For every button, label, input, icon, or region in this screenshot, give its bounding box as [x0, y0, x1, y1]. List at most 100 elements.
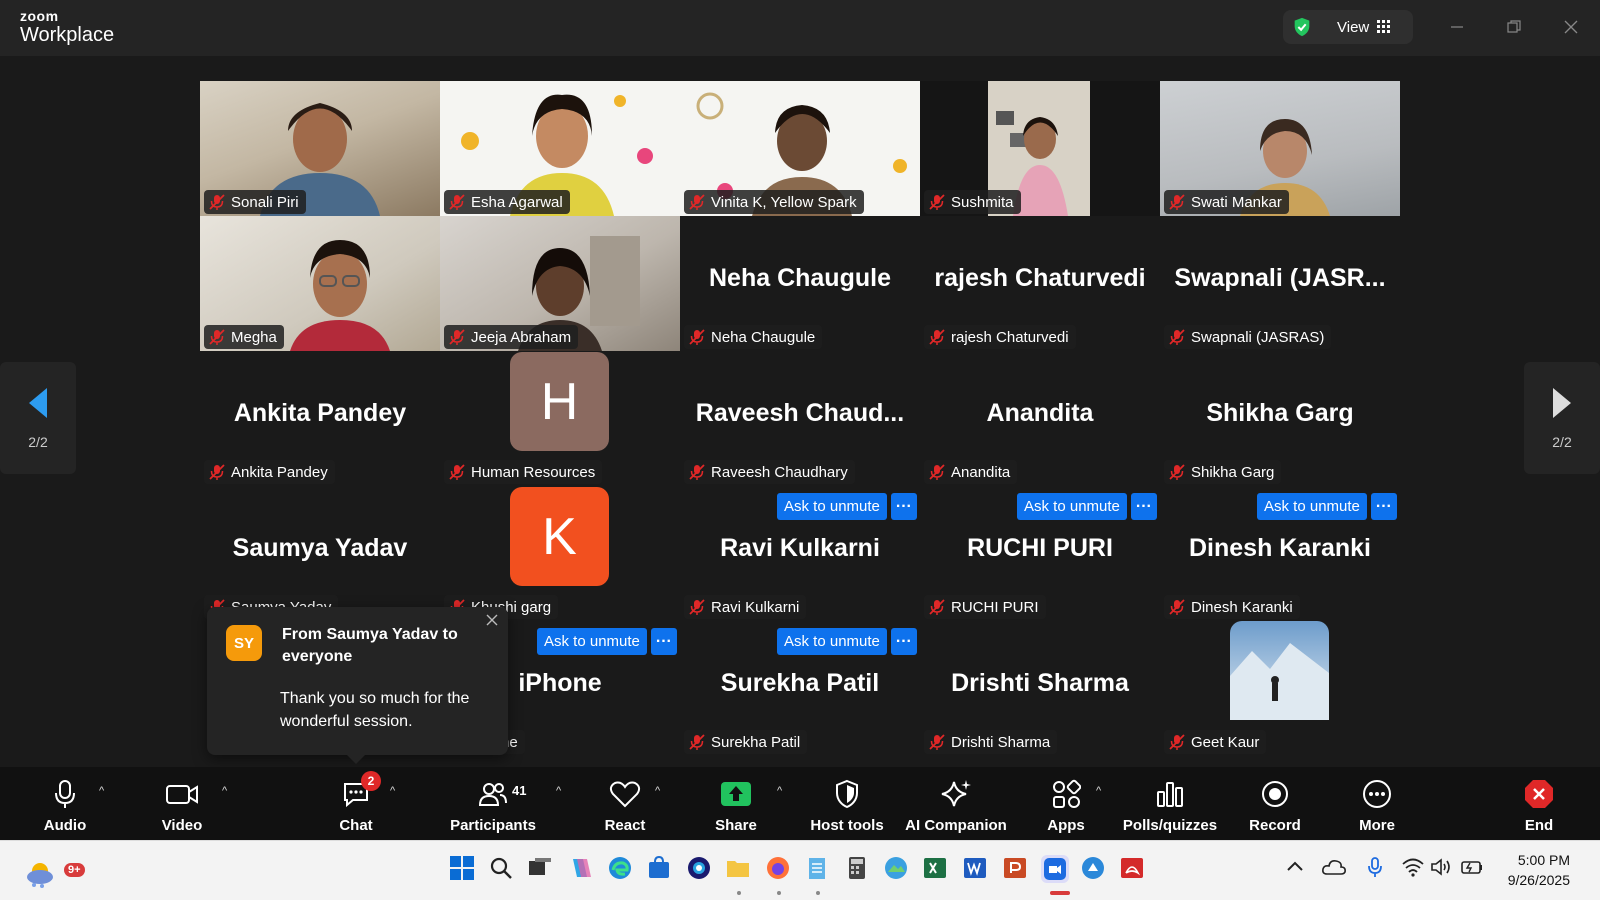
close-notification-button[interactable] [486, 613, 498, 631]
security-shield-icon [1294, 17, 1310, 37]
ask-to-unmute-button[interactable]: Ask to unmute [537, 628, 647, 655]
ask-to-unmute-button[interactable]: Ask to unmute [777, 493, 887, 520]
taskbar-notepad[interactable] [804, 855, 832, 883]
ai-companion-button[interactable]: AI Companion [902, 767, 1010, 840]
participant-more-button[interactable]: ··· [890, 628, 917, 655]
previous-page-button[interactable]: 2/2 [0, 362, 76, 474]
react-button[interactable]: React [600, 767, 650, 840]
taskbar-clock[interactable]: 5:00 PM 9/26/2025 [1508, 850, 1570, 890]
participant-tile[interactable]: K Khushi garg [440, 486, 680, 621]
audio-button[interactable]: Audio [40, 767, 90, 840]
participant-tile[interactable]: Raveesh Chaud... Raveesh Chaudhary [680, 351, 920, 486]
battery-tray[interactable] [1460, 855, 1488, 883]
meeting-toolbar: Audio ^ Video ^ 2 Chat ^ 41 Participants… [0, 767, 1600, 840]
share-label: Share [715, 817, 757, 834]
participant-tile[interactable]: Saumya Yadav Saumya Yadav [200, 486, 440, 621]
share-button[interactable]: Share [711, 767, 761, 840]
record-button[interactable]: Record [1249, 767, 1301, 840]
share-options-caret-icon[interactable]: ^ [777, 785, 782, 797]
grid-icon [1377, 20, 1391, 33]
wifi-tray[interactable] [1401, 855, 1429, 883]
ask-to-unmute-button[interactable]: Ask to unmute [777, 628, 887, 655]
chat-button[interactable]: 2 Chat [331, 767, 381, 840]
taskbar-store[interactable] [646, 855, 674, 883]
participant-more-button[interactable]: ··· [1130, 493, 1157, 520]
video-options-caret-icon[interactable]: ^ [222, 785, 227, 797]
microphone-tray[interactable] [1363, 855, 1391, 883]
participant-tile[interactable]: Geet Kaur [1160, 621, 1400, 756]
minimize-button[interactable] [1442, 14, 1472, 40]
taskbar-calculator[interactable] [844, 855, 872, 883]
taskbar-word[interactable] [962, 855, 990, 883]
participants-options-caret-icon[interactable]: ^ [556, 785, 561, 797]
chat-options-caret-icon[interactable]: ^ [390, 785, 395, 797]
audio-options-caret-icon[interactable]: ^ [99, 785, 104, 797]
taskbar-file-explorer[interactable] [725, 855, 753, 883]
participant-tile[interactable]: Megha [200, 216, 440, 351]
taskbar-chrome[interactable] [686, 855, 714, 883]
arrow-right-icon [1553, 388, 1571, 418]
close-window-button[interactable] [1556, 14, 1586, 40]
active-indicator [1050, 891, 1070, 895]
more-icon [1360, 777, 1394, 811]
taskbar-firefox[interactable] [765, 855, 793, 883]
taskbar-photos[interactable] [883, 855, 911, 883]
participant-tile[interactable]: Vinita K, Yellow Spark [680, 81, 920, 216]
show-hidden-icons[interactable] [1283, 855, 1311, 883]
participant-tile[interactable]: rajesh Chaturvedi rajesh Chaturvedi [920, 216, 1160, 351]
onedrive-tray[interactable] [1321, 855, 1349, 883]
participant-tile[interactable]: Sushmita [920, 81, 1160, 216]
next-page-button[interactable]: 2/2 [1524, 362, 1600, 474]
mic-muted-icon [929, 329, 945, 345]
ask-to-unmute-button[interactable]: Ask to unmute [1017, 493, 1127, 520]
video-button[interactable]: Video [157, 767, 207, 840]
participant-tile[interactable]: H Human Resources [440, 351, 680, 486]
volume-tray[interactable] [1429, 855, 1457, 883]
chat-sender: From Saumya Yadav to everyone [282, 626, 458, 665]
participant-tile[interactable]: Neha Chaugule Neha Chaugule [680, 216, 920, 351]
apps-icon [1049, 777, 1083, 811]
taskbar-task-view[interactable] [527, 855, 555, 883]
polls-label: Polls/quizzes [1122, 817, 1218, 834]
weather-widget[interactable]: 9+ [24, 855, 85, 889]
start-button[interactable] [449, 855, 477, 883]
mic-muted-icon [449, 329, 465, 345]
taskbar-copilot[interactable] [567, 855, 595, 883]
taskbar-acrobat[interactable] [1119, 855, 1147, 883]
participant-more-button[interactable]: ··· [890, 493, 917, 520]
participant-tile[interactable]: Shikha Garg Shikha Garg [1160, 351, 1400, 486]
name-tag: Swati Mankar [1164, 190, 1289, 214]
running-indicator [816, 891, 820, 895]
participant-tile[interactable]: Anandita Anandita [920, 351, 1160, 486]
maximize-button[interactable] [1499, 14, 1529, 40]
host-tools-button[interactable]: Host tools [807, 767, 887, 840]
react-options-caret-icon[interactable]: ^ [655, 785, 660, 797]
weather-badge: 9+ [64, 863, 85, 877]
view-button[interactable]: View [1283, 10, 1413, 44]
participant-tile[interactable]: Sonali Piri [200, 81, 440, 216]
taskbar-excel[interactable] [922, 855, 950, 883]
participants-button[interactable]: 41 Participants [448, 767, 538, 840]
end-meeting-button[interactable]: End [1514, 767, 1564, 840]
participant-tile[interactable]: Jeeja Abraham [440, 216, 680, 351]
chat-notification[interactable]: SY From Saumya Yadav to everyone Thank y… [207, 607, 508, 755]
taskbar-messaging[interactable] [1080, 855, 1108, 883]
participant-tile[interactable]: Ankita Pandey Ankita Pandey [200, 351, 440, 486]
ask-to-unmute-button[interactable]: Ask to unmute [1257, 493, 1367, 520]
more-button[interactable]: More [1352, 767, 1402, 840]
taskbar-edge[interactable] [607, 855, 635, 883]
participant-tile[interactable]: Esha Agarwal [440, 81, 680, 216]
participant-tile[interactable]: Swati Mankar [1160, 81, 1400, 216]
taskbar-zoom[interactable] [1041, 855, 1069, 883]
apps-options-caret-icon[interactable]: ^ [1096, 785, 1101, 797]
participant-name: Sushmita [951, 193, 1014, 211]
polls-button[interactable]: Polls/quizzes [1122, 767, 1218, 840]
taskbar-powerpoint[interactable] [1002, 855, 1030, 883]
participant-tile[interactable]: Swapnali (JASR... Swapnali (JASRAS) [1160, 216, 1400, 351]
react-label: React [604, 817, 646, 834]
participant-more-button[interactable]: ··· [1370, 493, 1397, 520]
participant-tile[interactable]: Drishti Sharma Drishti Sharma [920, 621, 1160, 756]
participant-more-button[interactable]: ··· [650, 628, 677, 655]
taskbar-search[interactable] [488, 855, 516, 883]
apps-button[interactable]: Apps [1041, 767, 1091, 840]
